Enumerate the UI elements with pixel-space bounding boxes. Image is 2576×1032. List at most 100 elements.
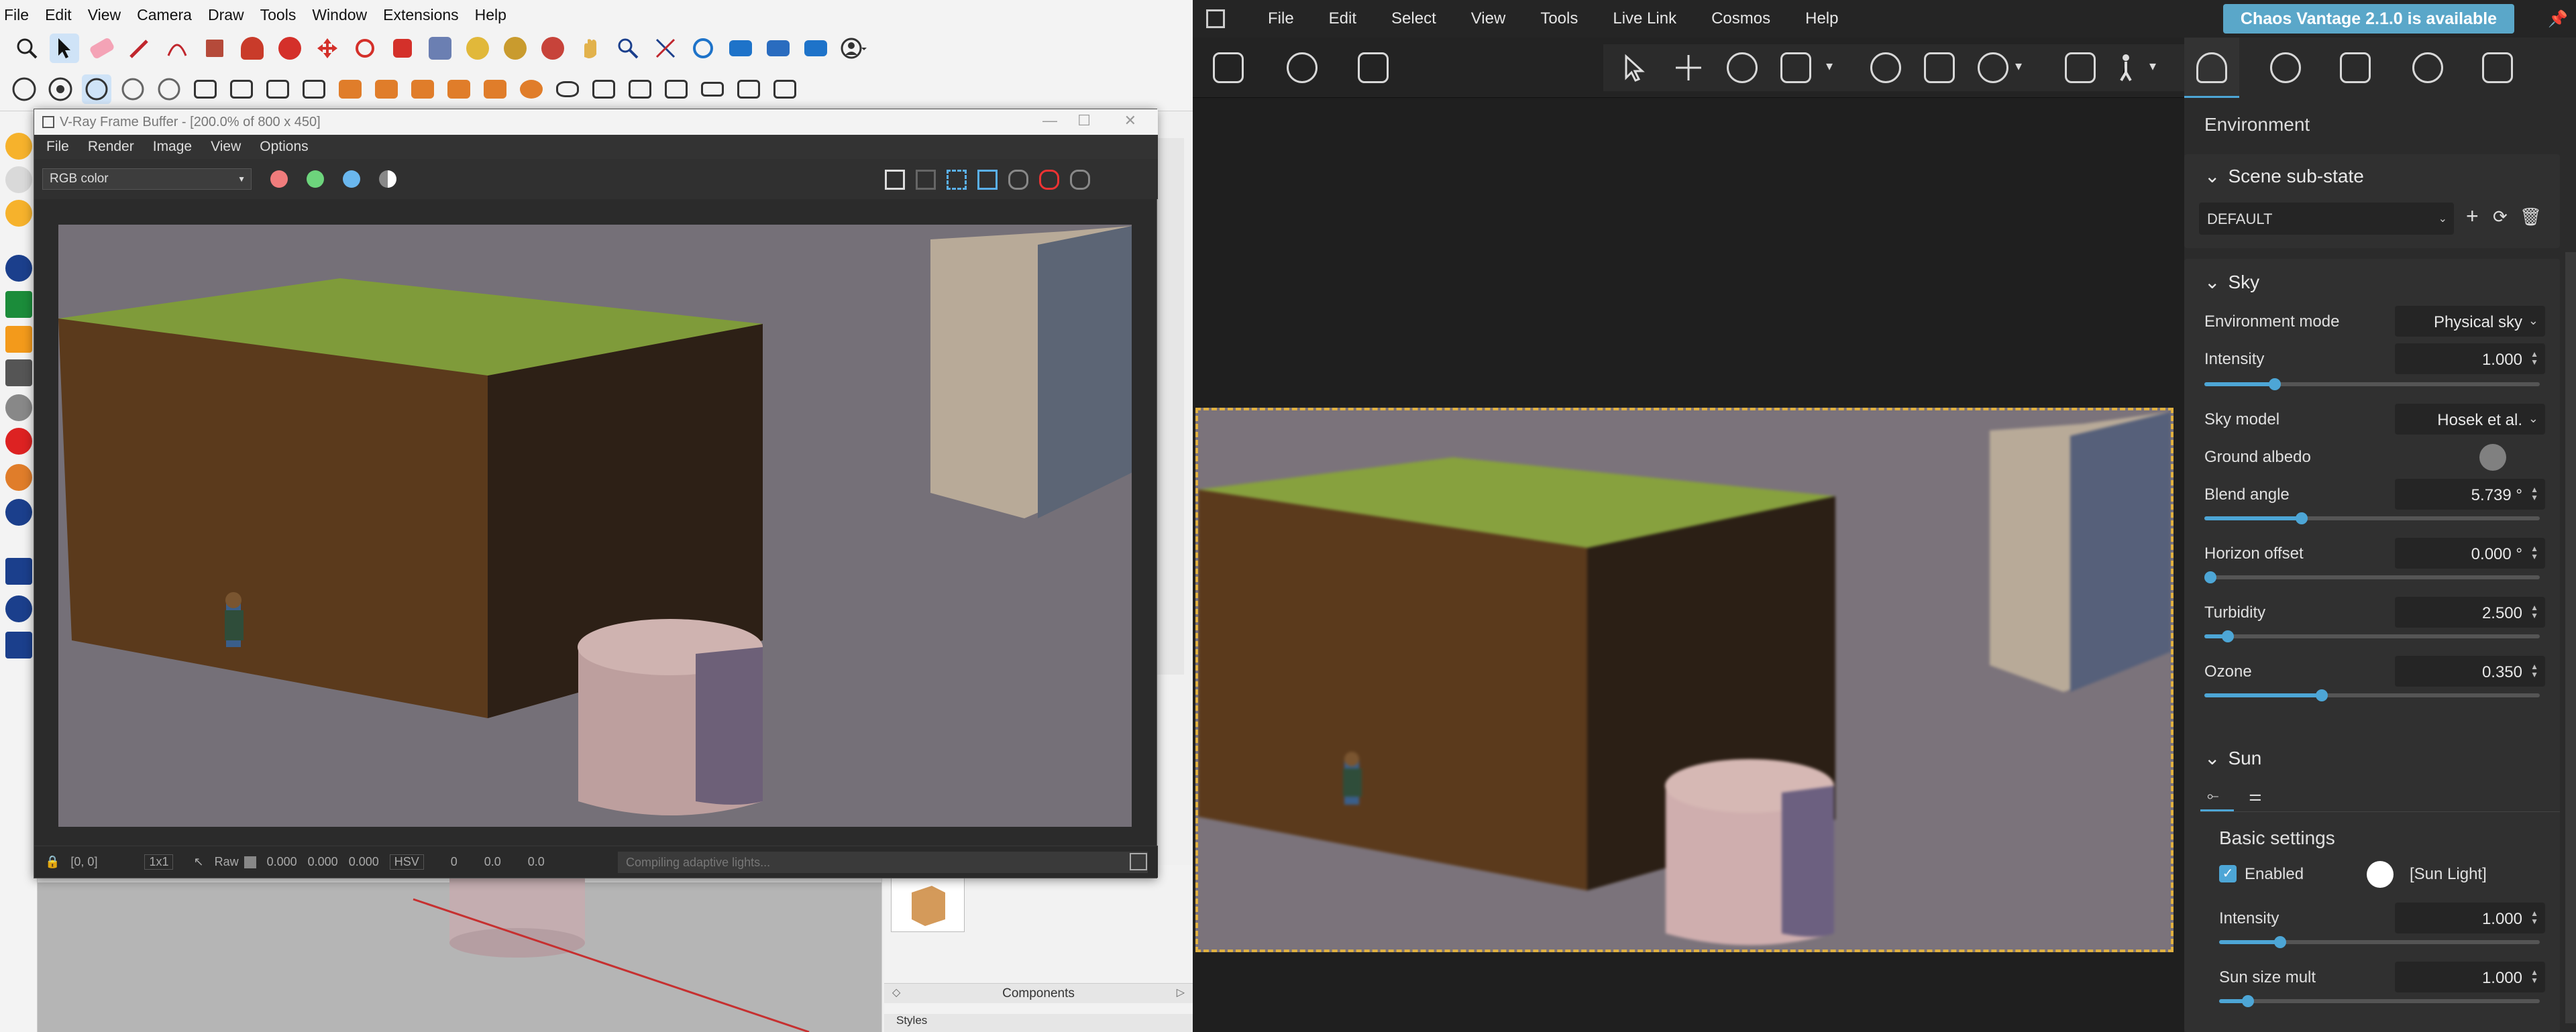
warehouse-icon[interactable] [5, 133, 32, 160]
orbit-tool-icon[interactable] [538, 34, 568, 63]
scale-icon[interactable] [1780, 52, 1811, 83]
su-menu-help[interactable]: Help [475, 6, 506, 24]
tab-lights-icon[interactable] [2270, 52, 2301, 83]
green-channel-icon[interactable] [307, 170, 324, 188]
log-panel-icon[interactable] [1130, 853, 1147, 870]
vfb-menu-render[interactable]: Render [88, 139, 134, 155]
components-icon[interactable] [734, 74, 763, 104]
vray-sphere-light-icon[interactable] [46, 74, 75, 104]
select-cursor-icon[interactable] [1619, 52, 1650, 83]
panel-scrollbar[interactable] [2565, 252, 2576, 1023]
shape-tool-icon[interactable] [200, 34, 229, 63]
sky-intensity-slider[interactable] [2204, 378, 2540, 390]
sun-color-swatch[interactable] [2367, 861, 2394, 888]
vfb-render-image[interactable] [58, 225, 1132, 827]
blend-angle-field[interactable]: 5.739 ° ▲ ▼ [2395, 479, 2545, 510]
vray-scatter-icon[interactable] [335, 74, 365, 104]
su-menu-view[interactable]: View [88, 6, 121, 24]
eraser-tool-icon[interactable] [87, 34, 117, 63]
sun-advanced-tab[interactable]: ⚌ [2242, 785, 2275, 811]
vray-mesh-clipper-icon[interactable] [263, 74, 292, 104]
cv-menu-edit[interactable]: Edit [1329, 9, 1356, 28]
cv-menu-file[interactable]: File [1268, 9, 1294, 28]
follow-me-tool-icon[interactable] [275, 34, 305, 63]
move-icon[interactable] [1673, 52, 1704, 83]
save-icon[interactable] [885, 170, 905, 190]
vray-dome-icon[interactable] [517, 74, 546, 104]
teapot-icon[interactable] [1008, 170, 1028, 190]
search-tool-icon[interactable] [12, 34, 42, 63]
scene-substate-header[interactable]: ⌄ Scene sub-state [2204, 165, 2364, 187]
refresh-icon[interactable] [5, 166, 32, 193]
camera-settings-icon[interactable] [1358, 52, 1389, 83]
sun-size-mult-field[interactable]: 1.000 ▲ ▼ [2395, 962, 2545, 992]
clear-icon[interactable] [916, 170, 936, 190]
teapot-render-icon[interactable] [553, 74, 582, 104]
vantage-render-view[interactable] [1195, 408, 2174, 952]
color-mode-select[interactable]: HSV [389, 854, 424, 870]
snapshot-icon[interactable] [1213, 52, 1244, 83]
vfb-menu-options[interactable]: Options [260, 139, 308, 155]
zoom-tool-icon[interactable] [613, 34, 643, 63]
sheet-icon[interactable] [770, 74, 800, 104]
vray-ies-light-icon[interactable] [118, 74, 148, 104]
add-icon[interactable] [5, 255, 32, 282]
ozone-slider[interactable] [2204, 689, 2540, 701]
sun-header[interactable]: ⌄ Sun [2204, 747, 2261, 769]
tab-materials-icon[interactable] [2412, 52, 2443, 83]
sun-basic-tab[interactable]: ⟜ [2200, 785, 2234, 811]
ozone-field[interactable]: 0.350 ▲ ▼ [2395, 656, 2545, 687]
vray-omni-light-icon[interactable] [154, 74, 184, 104]
vray-infinite-plane-icon[interactable] [227, 74, 256, 104]
cv-menu-cosmos[interactable]: Cosmos [1711, 9, 1770, 28]
material-icon[interactable] [1870, 52, 1901, 83]
pin-icon[interactable]: 📌 [2548, 9, 2568, 29]
components-expand-icon[interactable]: ▷ [1177, 986, 1185, 999]
walk-icon[interactable] [2110, 52, 2141, 83]
tree-icon[interactable] [5, 291, 32, 318]
su-menu-extensions[interactable]: Extensions [383, 6, 459, 24]
arrow-left-icon[interactable] [5, 359, 32, 386]
components-title[interactable]: Components [884, 983, 1193, 1003]
walk-dropdown-icon[interactable]: ▾ [2149, 58, 2156, 74]
light-dropdown-icon[interactable]: ▾ [2015, 58, 2022, 74]
vray-asset-editor-icon[interactable] [763, 34, 793, 63]
gear-icon[interactable] [5, 464, 32, 491]
cube-group-icon[interactable] [661, 74, 691, 104]
sun-intensity-field[interactable]: 1.000 ▲ ▼ [2395, 903, 2545, 933]
minimize-icon[interactable]: — [1042, 112, 1057, 129]
pencil-tool-icon[interactable] [125, 34, 154, 63]
su-menu-draw[interactable]: Draw [208, 6, 244, 24]
offset-tool-icon[interactable] [425, 34, 455, 63]
blend-angle-slider[interactable] [2204, 512, 2540, 524]
sky-model-select[interactable]: Hosek et al. ⌄ [2395, 404, 2545, 435]
sky-intensity-field[interactable]: 1.000 ▲ ▼ [2395, 343, 2545, 374]
close-icon[interactable]: ✕ [1124, 112, 1136, 129]
move-tool-icon[interactable] [313, 34, 342, 63]
vray-spot-light-icon[interactable] [82, 74, 111, 104]
turbidity-slider[interactable] [2204, 630, 2540, 642]
vray-lock-icon[interactable] [299, 74, 329, 104]
camera-icon[interactable] [2065, 52, 2096, 83]
mail-icon[interactable] [5, 558, 32, 585]
vray-decal-icon[interactable] [408, 74, 437, 104]
tab-render-settings-icon[interactable] [2482, 52, 2513, 83]
delete-icon[interactable]: 🗑 [2520, 207, 2542, 227]
region-render-icon[interactable] [947, 170, 967, 190]
scale-tool-icon[interactable] [388, 34, 417, 63]
add-icon[interactable]: + [2466, 204, 2479, 229]
vray-render-icon[interactable] [688, 34, 718, 63]
paint-bucket-icon[interactable] [500, 34, 530, 63]
rotate-tool-icon[interactable] [350, 34, 380, 63]
color-picker-icon[interactable]: ↖ [193, 855, 203, 869]
vray-enmesh-icon[interactable] [444, 74, 474, 104]
components-collapse-icon[interactable]: ◇ [892, 986, 900, 999]
eraser-small-icon[interactable] [698, 74, 727, 104]
cube-icon[interactable] [625, 74, 655, 104]
cv-menu-help[interactable]: Help [1805, 9, 1838, 28]
cv-menu-select[interactable]: Select [1391, 9, 1436, 28]
component-thumbnail[interactable] [891, 872, 965, 932]
pan-tool-icon[interactable] [576, 34, 605, 63]
vray-light-tool-icon[interactable] [9, 74, 39, 104]
zoom-extents-icon[interactable] [651, 34, 680, 63]
